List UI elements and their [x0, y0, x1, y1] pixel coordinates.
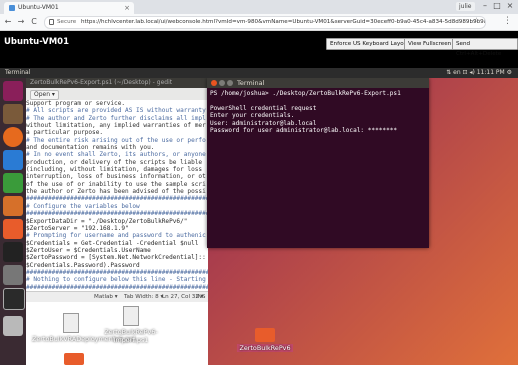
close-dot-icon[interactable]: [211, 80, 217, 86]
vm-name-title: Ubuntu-VM01: [4, 37, 69, 47]
code-line[interactable]: interruption, loss of business informati…: [26, 173, 208, 180]
libreoffice-calc-icon[interactable]: [3, 173, 23, 193]
code-line[interactable]: $ZertoUser = $Credentials.UserName: [26, 247, 208, 254]
terminal-line: Password for user administrator@lab.loca…: [210, 127, 398, 135]
vm-console-header: Ubuntu-VM01 Enforce US Keyboard Layout V…: [0, 31, 518, 68]
gedit-titlebar[interactable]: ZertoBulkRePv6-Export.ps1 (~/Desktop) - …: [0, 78, 208, 88]
code-line[interactable]: # The author and Zerto further disclaims…: [26, 115, 208, 122]
send-ctrl-alt-delete-button[interactable]: Send Ctrl+Alt+Delete: [452, 38, 518, 57]
code-line[interactable]: # The entire risk arising out of the use…: [26, 137, 208, 144]
terminal-icon[interactable]: [3, 288, 25, 310]
libreoffice-impress-icon[interactable]: [3, 196, 23, 216]
desktop-icon-label: ZertoBulkRePv6: [237, 344, 293, 352]
terminal-titlebar[interactable]: Terminal: [207, 78, 429, 88]
browser-menu-icon[interactable]: ⋮: [503, 16, 512, 26]
thunderbird-icon[interactable]: [3, 150, 23, 170]
browser-toolbar: ← → C Secure https://hchlvcenter.lab.loc…: [0, 14, 518, 31]
firefox-icon[interactable]: [3, 127, 23, 147]
system-settings-icon[interactable]: [3, 265, 23, 285]
terminal-line: User: administrator@lab.local: [210, 119, 317, 127]
code-line[interactable]: the author or Zerto has been advised of …: [26, 188, 208, 195]
ps1-file-icon: [123, 306, 139, 326]
browser-tab-title: Ubuntu-VM01: [18, 4, 59, 11]
desktop-folder[interactable]: ZertoBulkRePv6: [226, 328, 304, 352]
software-center-icon[interactable]: [3, 219, 23, 239]
secure-label: Secure: [57, 19, 77, 25]
minimize-dot-icon[interactable]: [219, 80, 225, 86]
terminal-line: PowerShell credential request: [210, 104, 317, 112]
view-fullscreen-button[interactable]: View Fullscreen: [404, 38, 456, 50]
code-line[interactable]: ########################################…: [26, 284, 208, 291]
text-editor-icon[interactable]: [3, 316, 23, 336]
profile-name-badge[interactable]: julie: [456, 2, 475, 11]
search-dash-icon[interactable]: [3, 81, 23, 101]
maximize-window-button[interactable]: □: [492, 1, 502, 11]
terminal-line: Enter your credentials.: [210, 112, 295, 120]
code-line[interactable]: $Credentials.Password).Password: [26, 262, 208, 269]
browser-tab[interactable]: Ubuntu-VM01 ×: [4, 2, 134, 14]
folder-icon[interactable]: [64, 353, 84, 365]
files-icon[interactable]: [3, 104, 23, 124]
lock-icon: [49, 19, 54, 25]
insert-mode: INS: [196, 294, 206, 300]
code-line[interactable]: $Credentials = Get-Credential -Credentia…: [26, 240, 208, 247]
gedit-statusbar: Matlab ▾ Tab Width: 8 ▾ Ln 27, Col 32 ▾ …: [26, 291, 208, 302]
folder-icon: [255, 328, 275, 342]
code-line[interactable]: (including, without limitation, damages …: [26, 166, 208, 173]
terminal-window[interactable]: Terminal PS /home/joshua> ./Desktop/Zert…: [207, 78, 429, 248]
enforce-us-keyboard-button[interactable]: Enforce US Keyboard Layout: [326, 38, 414, 50]
terminal-line: PS /home/joshua> ./Desktop/ZertoBulkRePv…: [210, 90, 401, 97]
code-line[interactable]: # Nothing to configure below this line -…: [26, 276, 208, 283]
browser-tab-strip: Ubuntu-VM01 × julie – □ ×: [0, 0, 518, 14]
code-line[interactable]: without limitation, any implied warranti…: [26, 122, 208, 129]
close-window-button[interactable]: ×: [505, 1, 515, 11]
active-app-name[interactable]: Terminal: [5, 68, 30, 78]
code-line[interactable]: $ZertoPassword = [System.Net.NetworkCred…: [26, 254, 208, 261]
code-line[interactable]: ########################################…: [26, 195, 208, 202]
maximize-dot-icon[interactable]: [227, 80, 233, 86]
tab-width-selector[interactable]: Tab Width: 8 ▾: [124, 292, 163, 302]
code-line[interactable]: and documentation remains with you.: [26, 144, 208, 151]
ubuntu-launcher: [0, 78, 26, 365]
back-button[interactable]: ←: [3, 16, 13, 28]
address-bar[interactable]: Secure https://hchlvcenter.lab.local/ui/…: [44, 16, 486, 29]
code-line[interactable]: production, or delivery of the scripts b…: [26, 159, 208, 166]
close-tab-icon[interactable]: ×: [124, 2, 130, 14]
reload-button[interactable]: C: [29, 16, 39, 28]
vsphere-favicon-icon: [9, 5, 15, 11]
amazon-icon[interactable]: [3, 242, 23, 262]
code-line[interactable]: $ZertoServer = "192.168.1.9": [26, 225, 208, 232]
system-tray[interactable]: ⇅ en ⊡ ◂) 11:11 PM ⚙: [446, 68, 512, 78]
ubuntu-top-panel: Terminal ⇅ en ⊡ ◂) 11:11 PM ⚙: [0, 68, 518, 78]
desktop-icon-label: ZertoBulkRePv6-Import.ps1: [104, 328, 158, 344]
url-text[interactable]: https://hchlvcenter.lab.local/ui/webcons…: [81, 17, 485, 28]
open-button[interactable]: Open ▾: [30, 90, 59, 100]
code-line[interactable]: ########################################…: [26, 269, 208, 276]
code-line[interactable]: $ExportDataDir = "./Desktop/ZertoBulkReP…: [26, 218, 208, 225]
terminal-title: Terminal: [237, 79, 265, 87]
code-line[interactable]: ########################################…: [26, 210, 208, 217]
code-line[interactable]: # Configure the variables below: [26, 203, 208, 210]
ubuntu-desktop[interactable]: ZertoBulkRePv6-Export.ps1 (~/Desktop) - …: [0, 78, 518, 365]
gedit-text-area[interactable]: Support program or service. # All scripts…: [26, 100, 208, 291]
gedit-title: ZertoBulkRePv6-Export.ps1 (~/Desktop) - …: [30, 79, 173, 86]
code-line[interactable]: of the use of or inability to use the sa…: [26, 181, 208, 188]
desktop-file-import[interactable]: ZertoBulkRePv6-Import.ps1: [92, 306, 170, 344]
forward-button[interactable]: →: [16, 16, 26, 28]
ps1-file-icon: [63, 313, 79, 333]
code-line[interactable]: # Prompting for username and password to…: [26, 232, 208, 239]
bookmark-star-icon[interactable]: ☆: [473, 16, 480, 25]
code-line[interactable]: Support program or service.: [26, 100, 208, 107]
code-line[interactable]: # All scripts are provided AS IS without…: [26, 107, 208, 114]
code-line[interactable]: # In no event shall Zerto, its authors, …: [26, 151, 208, 158]
minimize-window-button[interactable]: –: [480, 1, 490, 11]
terminal-output[interactable]: PS /home/joshua> ./Desktop/ZertoBulkRePv…: [210, 90, 426, 240]
code-line[interactable]: a particular purpose.: [26, 129, 208, 136]
language-selector[interactable]: Matlab ▾: [94, 292, 118, 302]
